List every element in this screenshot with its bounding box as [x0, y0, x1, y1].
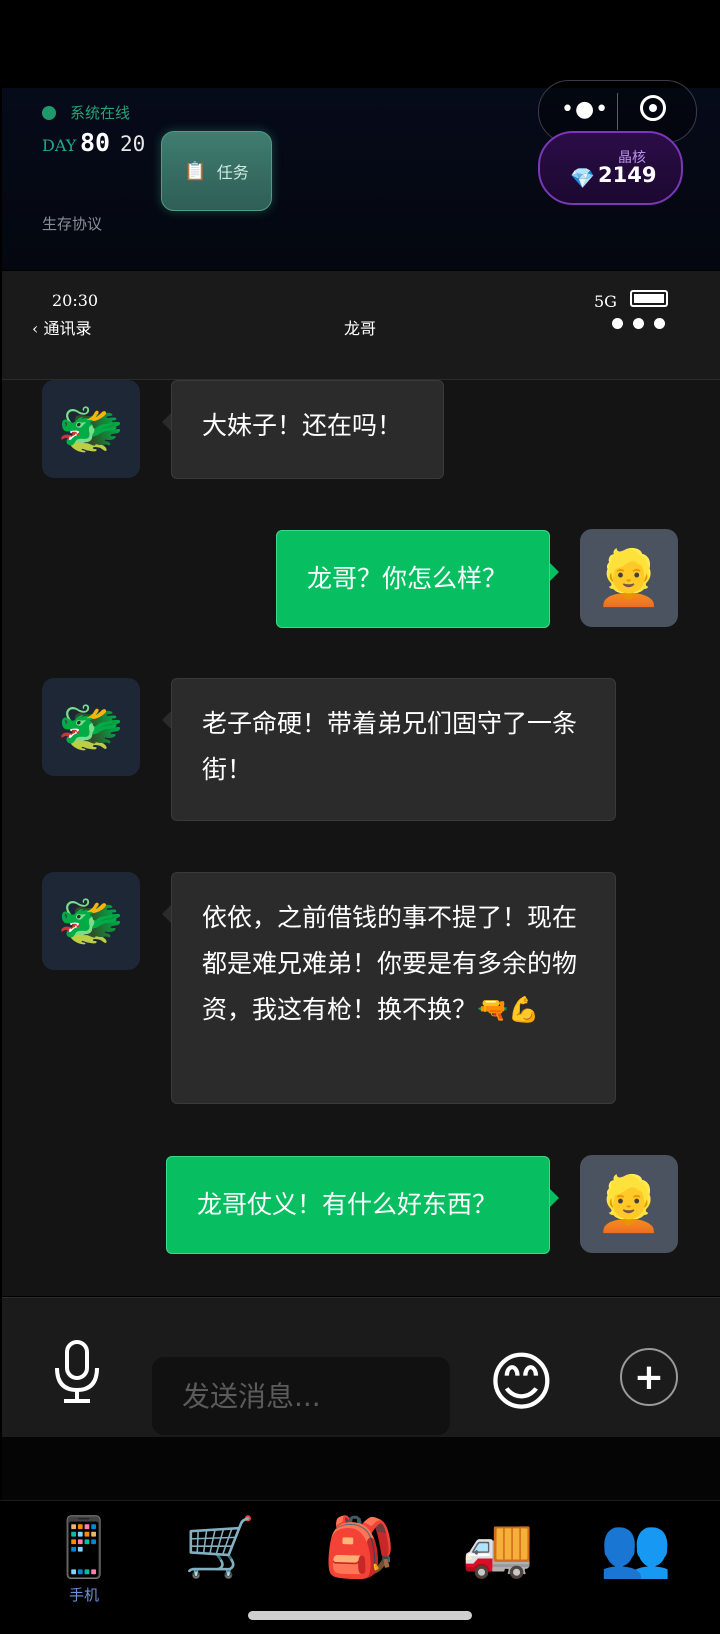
- survival-protocol-link[interactable]: 生存协议: [42, 213, 102, 234]
- bubble-tail: [550, 563, 559, 581]
- dragon-face-icon[interactable]: 🐲: [42, 678, 140, 776]
- person-blond-icon[interactable]: 👱: [580, 529, 678, 627]
- capsule-divider: [617, 93, 618, 130]
- home-indicator[interactable]: [248, 1611, 472, 1620]
- message-input[interactable]: [152, 1357, 450, 1435]
- dot-icon: [612, 318, 623, 329]
- task-button-label: 任务: [216, 163, 249, 182]
- dot-icon: [654, 318, 665, 329]
- shopping-cart-icon: 🛒: [183, 1513, 257, 1581]
- nav-item-delivery[interactable]: 🚚: [450, 1512, 546, 1582]
- task-button[interactable]: 📋 任务: [161, 131, 272, 211]
- online-status-label: 系统在线: [70, 104, 131, 122]
- message-text: 龙哥？你怎么样？: [307, 564, 508, 593]
- mobile-phone-icon: 📱: [47, 1513, 121, 1581]
- bubble-tail: [550, 1189, 559, 1207]
- phone-clock: 20:30: [52, 291, 99, 310]
- gem-icon: 💎: [570, 166, 595, 190]
- person-blond-icon[interactable]: 👱: [580, 1155, 678, 1253]
- battery-icon: [630, 290, 668, 307]
- day-label: DAY: [42, 136, 77, 155]
- more-dots-icon[interactable]: •●•: [561, 97, 609, 122]
- dot-icon: [633, 318, 644, 329]
- day-sub-counter: 20: [120, 132, 146, 156]
- message-text: 龙哥仗义！有什么好东西？: [197, 1190, 498, 1219]
- emoji-smile-icon[interactable]: 😊: [488, 1348, 555, 1418]
- message-bubble-outgoing[interactable]: 龙哥？你怎么样？: [276, 530, 550, 628]
- nav-label-phone: 手机: [68, 1586, 99, 1604]
- message-bubble-incoming[interactable]: 依依，之前借钱的事不提了！现在都是难兄难弟！你要是有多余的物资，我这有枪！换不换…: [171, 872, 616, 1104]
- microphone-icon[interactable]: [52, 1340, 102, 1404]
- crystal-balance-badge[interactable]: 晶核 💎 2149: [538, 131, 683, 205]
- message-text: 依依，之前借钱的事不提了！现在都是难兄难弟！你要是有多余的物资，我这有枪！换不换…: [202, 903, 578, 1024]
- bubble-tail: [162, 413, 171, 431]
- network-indicator: 5G: [594, 292, 617, 311]
- online-status-dot: [42, 106, 56, 120]
- dragon-face-icon[interactable]: 🐲: [42, 872, 140, 970]
- nav-item-phone[interactable]: 📱 手机: [36, 1512, 132, 1605]
- message-bubble-incoming[interactable]: 老子命硬！带着弟兄们固守了一条街！: [171, 678, 616, 821]
- backpack-icon: 🎒: [323, 1513, 397, 1581]
- clipboard-icon: 📋: [184, 160, 207, 182]
- add-attachment-button[interactable]: +: [620, 1348, 678, 1406]
- bubble-tail: [162, 711, 171, 729]
- nav-item-shop[interactable]: 🛒: [172, 1512, 268, 1582]
- message-bubble-outgoing[interactable]: 龙哥仗义！有什么好东西？: [166, 1156, 550, 1254]
- phone-bottom-area: [2, 1437, 720, 1500]
- nav-item-backpack[interactable]: 🎒: [312, 1512, 408, 1582]
- message-text: 老子命硬！带着弟兄们固守了一条街！: [202, 709, 578, 784]
- bubble-tail: [162, 905, 171, 923]
- chat-more-button[interactable]: [612, 318, 665, 329]
- nav-item-contacts[interactable]: 👥: [588, 1512, 684, 1582]
- delivery-truck-icon: 🚚: [461, 1513, 535, 1581]
- day-counter: 80: [80, 128, 111, 157]
- message-text: 大妹子！还在吗！: [202, 411, 403, 440]
- close-target-icon[interactable]: [640, 95, 666, 121]
- crystal-value: 2149: [598, 163, 657, 187]
- message-bubble-incoming[interactable]: 大妹子！还在吗！: [171, 380, 444, 479]
- dragon-face-icon[interactable]: 🐲: [42, 380, 140, 478]
- people-silhouette-icon: 👥: [599, 1513, 673, 1581]
